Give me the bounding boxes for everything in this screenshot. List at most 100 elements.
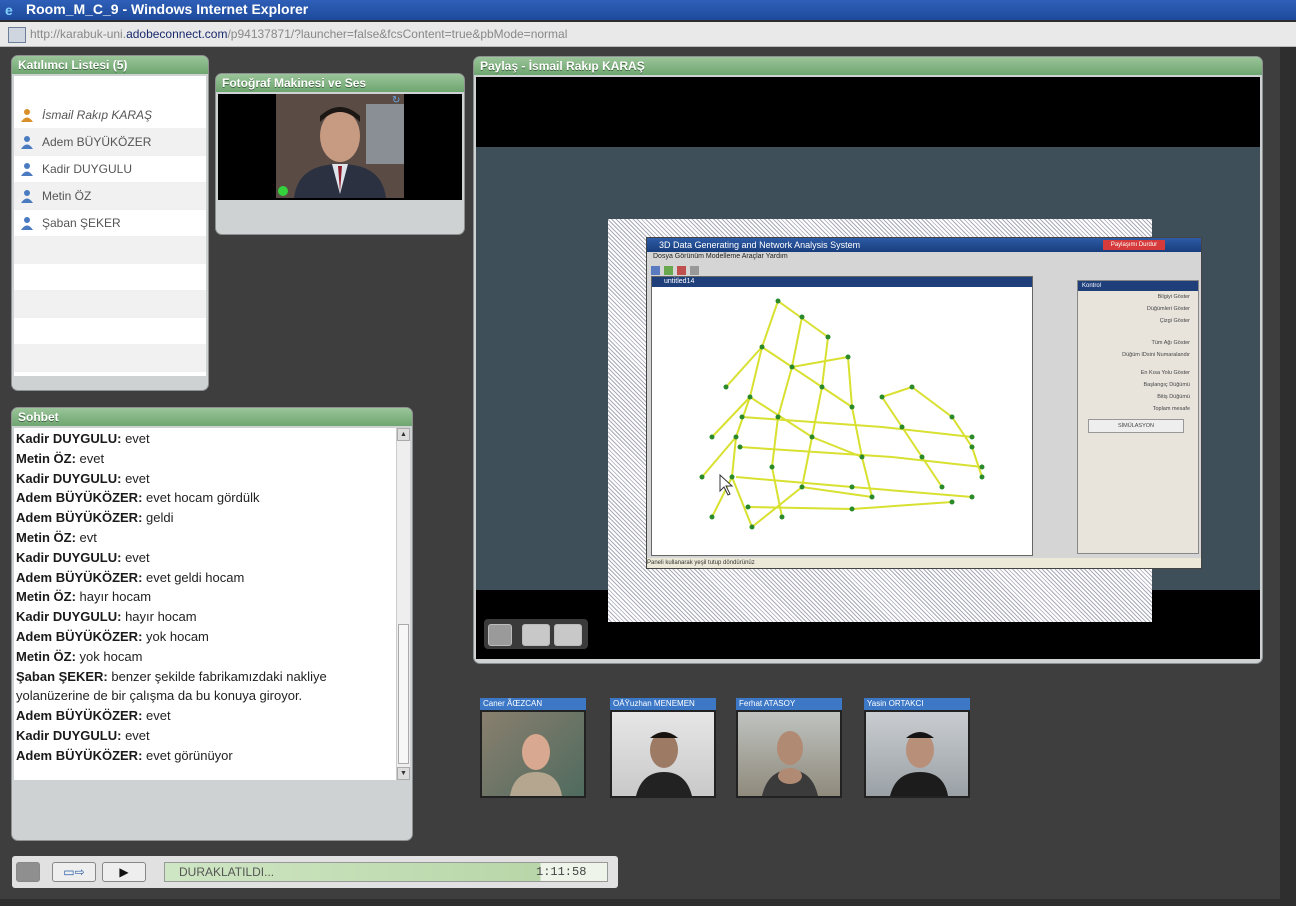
participant-silhouette	[890, 732, 948, 796]
video-tile[interactable]: OÄŸuzhan MENEMEN	[610, 698, 716, 798]
user-icon	[21, 136, 33, 149]
panel-option[interactable]: Çizgi Göster	[1078, 315, 1190, 327]
video-tile[interactable]: Ferhat ATASOY	[736, 698, 842, 798]
attendee-pod-title: Katılımcı Listesi (5)	[12, 56, 208, 74]
chat-message: Adem BÜYÜKÖZER: geldi	[14, 508, 398, 528]
chat-text: yok hocam	[75, 648, 143, 664]
network-graph	[699, 298, 985, 530]
panel-option[interactable]: Düğüm IDsini Numaralandır	[1078, 349, 1190, 361]
attendee-list: İsmail Rakıp KARAŞ Adem BÜYÜKÖZER Kadir …	[14, 76, 206, 376]
user-icon	[21, 163, 33, 176]
scroll-thumb[interactable]	[398, 624, 409, 764]
chat-sender: Adem BÜYÜKÖZER:	[16, 747, 143, 763]
share-pod: Paylaş - İsmail Rakıp KARAŞ 3D Data Gene…	[474, 57, 1262, 663]
chat-sender: Adem BÜYÜKÖZER:	[16, 490, 143, 506]
window-title-bar: e Room_M_C_9 - Windows Internet Explorer	[0, 0, 1296, 20]
panel-option[interactable]: Tüm Ağı Göster	[1078, 337, 1190, 349]
attendee-row[interactable]: Adem BÜYÜKÖZER	[14, 129, 206, 156]
url-prefix: http://karabuk-uni.	[30, 27, 127, 41]
chat-sender: Metin ÖZ:	[16, 529, 76, 545]
chat-text: evet hocam gördülk	[142, 490, 260, 506]
attendee-name: İsmail Rakıp KARAŞ	[42, 108, 153, 122]
chat-text: evet geldi hocam	[142, 569, 245, 585]
chat-text: evet	[121, 431, 150, 446]
chat-message: Adem BÜYÜKÖZER: evet hocam gördülk	[14, 488, 398, 508]
panel-option[interactable]: Bilgiyi Göster	[1078, 291, 1190, 303]
attendee-empty-row	[14, 318, 206, 345]
participant-silhouette	[762, 731, 818, 796]
attendee-name: Adem BÜYÜKÖZER	[42, 135, 152, 149]
share-pod-title: Paylaş - İsmail Rakıp KARAŞ	[474, 57, 1262, 75]
minimize-icon[interactable]	[488, 624, 512, 646]
panel-option[interactable]: Düğümleri Göster	[1078, 303, 1190, 315]
attendee-name: Kadir DUYGULU	[42, 162, 133, 176]
simulation-button[interactable]: SİMÜLASYON	[1088, 419, 1184, 433]
attendee-list-spacer	[14, 76, 206, 102]
video-tile-name: Yasin ORTAKCI	[864, 698, 970, 710]
minimize-icon[interactable]	[16, 862, 40, 882]
participant-silhouette	[636, 732, 692, 796]
host-user-icon	[21, 109, 33, 122]
chat-sender: Kadir DUYGULU:	[16, 727, 122, 743]
chat-sender: Kadir DUYGULU:	[16, 609, 122, 625]
shared-app-menu: Dosya Görünüm Modelleme Araçlar Yardım	[653, 253, 788, 260]
fit-to-window-icon[interactable]	[522, 624, 550, 646]
playback-menu-icon[interactable]: ▭⇨	[52, 862, 96, 882]
address-bar[interactable]: http://karabuk-uni.adobeconnect.com/p941…	[0, 22, 1296, 47]
ie-logo-icon: e	[5, 2, 13, 18]
chat-message-list[interactable]: Kadir DUYGULU: evet Metin ÖZ: evet Kadir D…	[14, 428, 410, 780]
chat-sender: Adem BÜYÜKÖZER:	[16, 708, 143, 724]
window-title: Room_M_C_9 - Windows Internet Explorer	[26, 1, 309, 17]
playback-bar: ▭⇨ ▶ DURAKLATILDI... 1:11:58	[12, 856, 618, 888]
chat-pod-title: Sohbet	[12, 408, 412, 426]
chat-sender: Metin ÖZ:	[16, 450, 76, 466]
chat-message: Şaban ŞEKER: benzer şekilde fabrikamızda…	[14, 667, 398, 687]
panel-option[interactable]: Başlangıç Düğümü	[1078, 379, 1190, 391]
toolbar-icon	[664, 266, 673, 275]
full-screen-icon[interactable]	[554, 624, 582, 646]
chat-sender: Adem BÜYÜKÖZER:	[16, 510, 143, 526]
camera-video[interactable]: ↻	[218, 94, 462, 200]
chat-text: evet	[142, 708, 171, 724]
chat-message: Adem BÜYÜKÖZER: evet	[14, 706, 398, 726]
chat-message: Metin ÖZ: evt	[14, 528, 398, 548]
chat-text: benzer şekilde fabrikamızdaki nakliye	[107, 668, 327, 684]
attendee-empty-row	[14, 264, 206, 291]
scroll-up-icon[interactable]: ▲	[397, 428, 410, 441]
chat-sender: Kadir DUYGULU:	[16, 470, 122, 486]
attendee-row[interactable]: Şaban ŞEKER	[14, 210, 206, 237]
attendee-list-pod: Katılımcı Listesi (5) İsmail Rakıp KARAŞ…	[12, 56, 208, 390]
attendee-row[interactable]: İsmail Rakıp KARAŞ	[14, 102, 206, 129]
chat-scrollbar[interactable]: ▲ ▼	[396, 428, 410, 780]
shared-desktop-background: 3D Data Generating and Network Analysis …	[476, 147, 1260, 622]
panel-option: Toplam mesafe	[1152, 406, 1190, 412]
address-url[interactable]: http://karabuk-uni.adobeconnect.com/p941…	[30, 22, 567, 46]
video-tile[interactable]: Yasin ORTAKCI	[864, 698, 970, 798]
refresh-icon[interactable]: ↻	[392, 96, 402, 106]
chat-message: Kadir DUYGULU: evet	[14, 429, 398, 449]
chat-text: hayır hocam	[75, 589, 152, 605]
video-tile[interactable]: Caner ÃŒZCAN	[480, 698, 586, 798]
stop-sharing-badge[interactable]: Paylaşımı Durdur	[1103, 240, 1165, 250]
camera-pod-title: Fotoğraf Makinesi ve Ses	[216, 74, 464, 92]
shared-app-toolbar	[651, 262, 771, 275]
chat-message: Kadir DUYGULU: evet	[14, 726, 398, 746]
chat-message: yolanüzerine de bir çalışma da bu konuya…	[14, 686, 398, 706]
chat-text: evet	[121, 470, 150, 486]
control-panel: Kontrol Bilgiyi Göster Düğümleri Göster …	[1077, 280, 1199, 554]
toolbar-icon	[651, 266, 660, 275]
chat-text: geldi	[142, 510, 174, 526]
video-tile-name: Ferhat ATASOY	[736, 698, 842, 710]
attendee-row[interactable]: Kadir DUYGULU	[14, 156, 206, 183]
chat-message: Kadir DUYGULU: evet	[14, 548, 398, 568]
scroll-down-icon[interactable]: ▼	[397, 767, 410, 780]
participant-video-strip: Caner ÃŒZCAN OÄŸuzhan MENEMEN Ferhat ATA…	[480, 698, 976, 798]
panel-option[interactable]: En Kısa Yolu Göster	[1078, 367, 1190, 379]
panel-option[interactable]: Bitiş Düğümü	[1078, 391, 1190, 403]
playback-time: 1:11:58	[536, 865, 587, 879]
play-icon[interactable]: ▶	[102, 862, 146, 882]
chat-lines: Kadir DUYGULU: evet Metin ÖZ: evet Kadir D…	[14, 429, 398, 766]
attendee-row[interactable]: Metin ÖZ	[14, 183, 206, 210]
chat-text: evet	[121, 727, 150, 743]
screen-share-view[interactable]: 3D Data Generating and Network Analysis …	[476, 77, 1260, 659]
